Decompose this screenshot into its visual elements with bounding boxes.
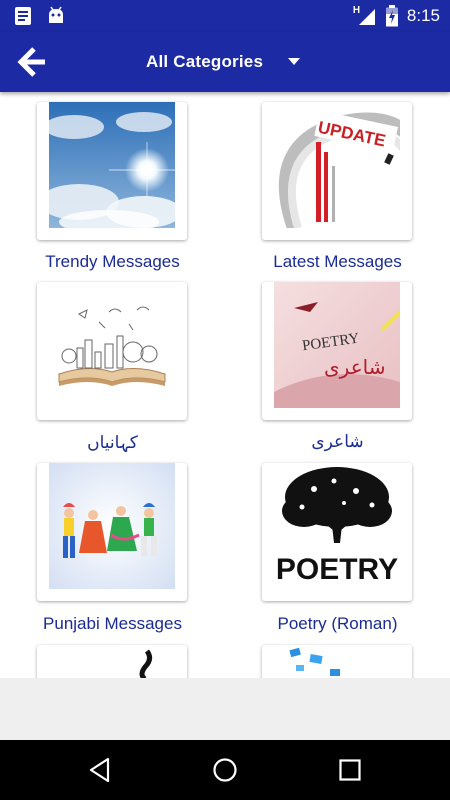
category-label-kahaniyan[interactable]: کہانیاں xyxy=(0,432,225,453)
calligraphy-thumbnail xyxy=(49,645,175,678)
category-card-trendy-messages[interactable] xyxy=(37,102,187,240)
category-label-latest-messages[interactable]: Latest Messages xyxy=(225,252,450,272)
category-dropdown-label: All Categories xyxy=(146,52,264,71)
sky-thumbnail xyxy=(49,102,175,228)
battery-charging-icon xyxy=(385,5,398,27)
category-card-partial-right[interactable] xyxy=(262,645,412,678)
status-bar: H 8:15 xyxy=(0,0,450,32)
category-card-shairi[interactable]: POETRY شاعری xyxy=(262,282,412,420)
nav-recents-icon[interactable] xyxy=(336,756,364,784)
category-label-poetry-roman[interactable]: Poetry (Roman) xyxy=(225,614,450,634)
nav-back-icon[interactable] xyxy=(86,756,114,784)
footer-band xyxy=(0,678,450,740)
shairi-thumb-text: شاعری xyxy=(324,355,385,379)
category-card-partial-left[interactable] xyxy=(37,645,187,678)
flying-messages-thumbnail xyxy=(274,645,400,678)
poetry-tree-thumbnail: POETRY xyxy=(274,463,400,589)
nav-home-icon[interactable] xyxy=(211,756,239,784)
clock: 8:15 xyxy=(406,6,440,25)
punjabi-dancers-thumbnail xyxy=(49,463,175,589)
signal-icon: H xyxy=(353,5,377,26)
category-grid: Trendy Messages UPDATE Latest Messages ک… xyxy=(0,92,450,678)
category-label-punjabi-messages[interactable]: Punjabi Messages xyxy=(0,614,225,634)
android-notification-icon xyxy=(49,6,63,23)
back-arrow-icon[interactable] xyxy=(16,46,48,78)
category-label-shairi[interactable]: شاعری xyxy=(225,432,450,452)
dropdown-arrow-icon[interactable] xyxy=(288,58,300,65)
app-bar: All Categories xyxy=(0,32,450,92)
poetry-urdu-thumbnail: POETRY شاعری xyxy=(274,282,400,408)
category-dropdown[interactable]: All Categories xyxy=(146,50,263,74)
category-label-trendy-messages[interactable]: Trendy Messages xyxy=(0,252,225,272)
system-navigation-bar xyxy=(0,740,450,800)
notes-notification-icon xyxy=(15,7,31,25)
category-card-kahaniyan[interactable] xyxy=(37,282,187,420)
category-card-poetry-roman[interactable]: POETRY xyxy=(262,463,412,601)
update-clock-thumbnail: UPDATE xyxy=(274,102,400,228)
category-card-latest-messages[interactable]: UPDATE xyxy=(262,102,412,240)
poetry-big-thumb-text: POETRY xyxy=(276,553,398,586)
category-card-punjabi-messages[interactable] xyxy=(37,463,187,601)
storybook-thumbnail xyxy=(49,282,175,408)
